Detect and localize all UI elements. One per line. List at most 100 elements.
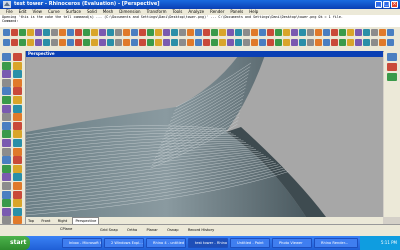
task-button-active[interactable]: test tower - Rhino... bbox=[188, 238, 228, 248]
tool-icon[interactable] bbox=[13, 173, 22, 182]
toolbar-tool-icon[interactable] bbox=[99, 29, 106, 36]
toolbar-tool-icon[interactable] bbox=[251, 29, 258, 36]
tool-icon[interactable] bbox=[13, 156, 22, 165]
toolbar-tool-icon[interactable] bbox=[323, 29, 330, 36]
toolbar-tool-icon[interactable] bbox=[179, 39, 186, 46]
toolbar-tool-icon[interactable] bbox=[363, 39, 370, 46]
toolbar-tool-icon[interactable] bbox=[339, 39, 346, 46]
toolbar-tool-icon[interactable] bbox=[219, 39, 226, 46]
tool-icon[interactable] bbox=[2, 147, 11, 156]
toolbar-tool-icon[interactable] bbox=[139, 39, 146, 46]
toolbar-tool-icon[interactable] bbox=[371, 29, 378, 36]
toolbar-tool-icon[interactable] bbox=[387, 29, 394, 36]
toolbar-tool-icon[interactable] bbox=[115, 39, 122, 46]
tool-icon[interactable] bbox=[2, 121, 11, 130]
toolbar-tool-icon[interactable] bbox=[67, 29, 74, 36]
tool-icon[interactable] bbox=[13, 70, 22, 79]
toolbar-tool-icon[interactable] bbox=[307, 39, 314, 46]
toolbar-tool-icon[interactable] bbox=[307, 29, 314, 36]
task-button[interactable]: Untitled - Paint bbox=[230, 238, 270, 248]
tool-icon[interactable] bbox=[2, 130, 11, 139]
toolbar-tool-icon[interactable] bbox=[187, 29, 194, 36]
toolbar-tool-icon[interactable] bbox=[259, 29, 266, 36]
toolbar-tool-icon[interactable] bbox=[163, 29, 170, 36]
toolbar-tool-icon[interactable] bbox=[51, 39, 58, 46]
toolbar-tool-icon[interactable] bbox=[75, 39, 82, 46]
tool-icon[interactable] bbox=[13, 53, 22, 61]
toolbar-tool-icon[interactable] bbox=[171, 39, 178, 46]
toolbar-tool-icon[interactable] bbox=[291, 29, 298, 36]
toolbar-tool-icon[interactable] bbox=[139, 29, 146, 36]
toolbar-tool-icon[interactable] bbox=[67, 39, 74, 46]
toolbar-tool-icon[interactable] bbox=[107, 39, 114, 46]
tool-icon[interactable] bbox=[2, 164, 11, 173]
start-button[interactable]: start bbox=[0, 236, 30, 250]
toolbar-tool-icon[interactable] bbox=[331, 39, 338, 46]
tool-icon[interactable] bbox=[2, 199, 11, 208]
toolbar-tool-icon[interactable] bbox=[11, 29, 18, 36]
toolbar-tool-icon[interactable] bbox=[235, 39, 242, 46]
toolbar-tool-icon[interactable] bbox=[11, 39, 18, 46]
toolbar-tool-icon[interactable] bbox=[315, 29, 322, 36]
task-button[interactable]: 2 Windows Expl... bbox=[104, 238, 144, 248]
toolbar-tool-icon[interactable] bbox=[203, 29, 210, 36]
tool-icon[interactable] bbox=[2, 139, 11, 147]
toolbar-tool-icon[interactable] bbox=[211, 29, 218, 36]
toolbar-tool-icon[interactable] bbox=[347, 39, 354, 46]
toolbar-tool-icon[interactable] bbox=[43, 29, 50, 36]
maximize-button[interactable]: □ bbox=[383, 1, 390, 8]
toolbar-tool-icon[interactable] bbox=[19, 29, 26, 36]
tool-icon[interactable] bbox=[2, 53, 11, 61]
toolbar-tool-icon[interactable] bbox=[379, 39, 386, 46]
task-button[interactable]: Inbox - Microsoft Out... bbox=[62, 238, 102, 248]
toolbar-tool-icon[interactable] bbox=[299, 29, 306, 36]
toolbar-tool-icon[interactable] bbox=[283, 39, 290, 46]
toolbar-tool-icon[interactable] bbox=[147, 29, 154, 36]
close-button[interactable]: × bbox=[391, 1, 398, 8]
tool-icon[interactable] bbox=[387, 63, 397, 71]
toolbar-tool-icon[interactable] bbox=[51, 29, 58, 36]
osnap-toggle[interactable]: Osnap bbox=[167, 228, 178, 233]
ortho-toggle[interactable]: Ortho bbox=[127, 228, 137, 233]
tool-icon[interactable] bbox=[13, 139, 22, 147]
toolbar-tool-icon[interactable] bbox=[315, 39, 322, 46]
tool-icon[interactable] bbox=[13, 130, 22, 139]
toolbar-tool-icon[interactable] bbox=[275, 39, 282, 46]
toolbar-tool-icon[interactable] bbox=[227, 39, 234, 46]
toolbar-tool-icon[interactable] bbox=[251, 39, 258, 46]
tool-icon[interactable] bbox=[2, 87, 11, 96]
task-button[interactable]: Rhino Render... bbox=[314, 238, 358, 248]
tool-icon[interactable] bbox=[13, 121, 22, 130]
toolbar-tool-icon[interactable] bbox=[387, 39, 394, 46]
toolbar-tool-icon[interactable] bbox=[243, 39, 250, 46]
tool-icon[interactable] bbox=[13, 147, 22, 156]
toolbar-tool-icon[interactable] bbox=[99, 39, 106, 46]
tool-icon[interactable] bbox=[2, 96, 11, 104]
toolbar-tool-icon[interactable] bbox=[27, 29, 34, 36]
command-prompt[interactable]: Command: bbox=[0, 19, 400, 23]
tool-icon[interactable] bbox=[13, 78, 22, 87]
toolbar-tool-icon[interactable] bbox=[155, 29, 162, 36]
tool-icon[interactable] bbox=[13, 199, 22, 208]
toolbar-tool-icon[interactable] bbox=[107, 29, 114, 36]
tool-icon[interactable] bbox=[2, 70, 11, 79]
tool-icon[interactable] bbox=[2, 61, 11, 70]
toolbar-tool-icon[interactable] bbox=[211, 39, 218, 46]
toolbar-tool-icon[interactable] bbox=[187, 39, 194, 46]
toolbar-tool-icon[interactable] bbox=[227, 29, 234, 36]
toolbar-tool-icon[interactable] bbox=[355, 39, 362, 46]
tool-icon[interactable] bbox=[2, 104, 11, 113]
toolbar-tool-icon[interactable] bbox=[379, 29, 386, 36]
tool-icon[interactable] bbox=[2, 78, 11, 87]
toolbar-tool-icon[interactable] bbox=[123, 29, 130, 36]
toolbar-tool-icon[interactable] bbox=[195, 29, 202, 36]
toolbar-tool-icon[interactable] bbox=[283, 29, 290, 36]
toolbar-tool-icon[interactable] bbox=[347, 29, 354, 36]
toolbar-tool-icon[interactable] bbox=[155, 39, 162, 46]
toolbar-tool-icon[interactable] bbox=[3, 29, 10, 36]
toolbar-tool-icon[interactable] bbox=[299, 39, 306, 46]
tool-icon[interactable] bbox=[13, 61, 22, 70]
toolbar-tool-icon[interactable] bbox=[259, 39, 266, 46]
toolbar-tool-icon[interactable] bbox=[323, 39, 330, 46]
toolbar-tool-icon[interactable] bbox=[267, 39, 274, 46]
